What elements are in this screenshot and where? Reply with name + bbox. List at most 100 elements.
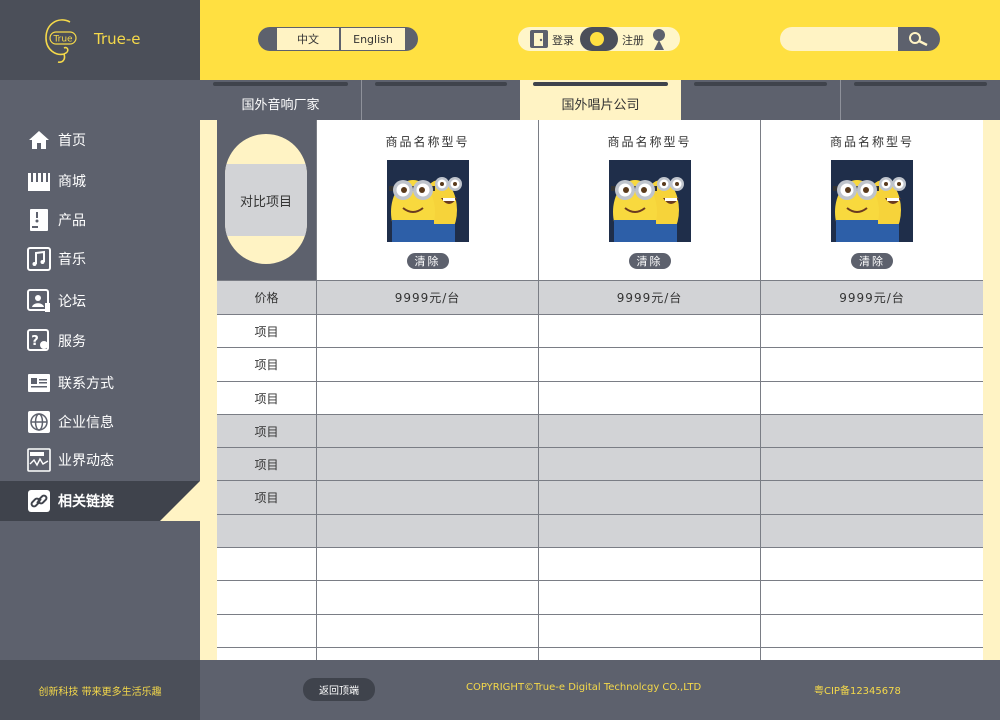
sidebar-item-label: 业界动态 xyxy=(58,453,114,469)
sidebar-item-store[interactable]: 商城 xyxy=(0,161,200,201)
door-icon xyxy=(530,30,548,48)
product-icon xyxy=(27,208,51,232)
back-to-top-button[interactable]: 返回顶端 xyxy=(303,678,375,701)
tab-foreign-audio-makers[interactable]: 国外音响厂家 xyxy=(200,80,361,120)
table-row: 项目 xyxy=(217,315,983,348)
sidebar-item-label: 服务 xyxy=(58,334,86,350)
link-icon xyxy=(27,489,51,513)
row-label xyxy=(217,615,316,647)
compare-header-row: 对比项目 商品名称型号 清除 商品名称型号 清除 商品名称型号 清除 xyxy=(217,120,983,281)
row-label: 项目 xyxy=(254,424,279,439)
search-box xyxy=(780,27,940,51)
product-column-3: 商品名称型号 清除 xyxy=(761,120,983,280)
table-row xyxy=(217,548,983,581)
table-row: 项目 xyxy=(217,415,983,448)
footer-slogan: 创新科技 带来更多生活乐趣 xyxy=(38,687,162,698)
right-border-strip xyxy=(983,120,1000,660)
column-divider xyxy=(760,120,761,660)
column-divider xyxy=(316,120,317,660)
price-row: 价格 9999元/台 9999元/台 9999元/台 xyxy=(217,281,983,315)
news-icon xyxy=(27,448,51,472)
language-switcher: 中文 English xyxy=(258,27,418,51)
music-icon xyxy=(27,247,51,271)
svg-text:True: True xyxy=(52,35,73,45)
login-link[interactable]: 登录 xyxy=(552,32,574,48)
logo-mark-icon: True xyxy=(45,19,77,63)
product-name: 商品名称型号 xyxy=(385,135,470,149)
sidebar-item-home[interactable]: 首页 xyxy=(0,120,200,160)
service-icon: ? xyxy=(27,329,51,353)
row-label xyxy=(217,515,316,547)
table-row: 项目 xyxy=(217,448,983,481)
clear-button[interactable]: 清除 xyxy=(406,253,449,269)
category-tabs: 国外音响厂家 国外唱片公司 xyxy=(200,80,1000,120)
price-cell: 9999元/台 xyxy=(839,291,905,305)
clear-button[interactable]: 清除 xyxy=(628,253,671,269)
table-row: 项目 xyxy=(217,348,983,382)
search-input[interactable] xyxy=(780,27,900,51)
login-register-toggle[interactable] xyxy=(580,27,618,51)
auth-panel: 登录 注册 xyxy=(518,27,680,51)
row-label: 项目 xyxy=(254,491,279,505)
tab-foreign-record-labels[interactable]: 国外唱片公司 xyxy=(520,80,681,120)
product-name: 商品名称型号 xyxy=(607,135,692,149)
row-label xyxy=(217,548,316,580)
register-link[interactable]: 注册 xyxy=(622,32,644,48)
tab-2[interactable] xyxy=(362,80,520,120)
table-row xyxy=(217,581,983,615)
icp-number: 粤CIP备12345678 xyxy=(814,686,901,697)
price-label: 价格 xyxy=(254,291,279,305)
svg-text:?: ? xyxy=(31,334,39,349)
forum-icon xyxy=(27,289,51,313)
tab-5[interactable] xyxy=(841,80,1000,120)
logo[interactable]: True True-e xyxy=(0,0,200,80)
sidebar-item-label: 企业信息 xyxy=(58,415,114,431)
price-cell: 9999元/台 xyxy=(394,291,461,305)
sidebar-item-forum[interactable]: 论坛 xyxy=(0,281,200,321)
sidebar-item-music[interactable]: 音乐 xyxy=(0,239,200,279)
sidebar-item-label: 论坛 xyxy=(58,294,86,310)
sidebar-item-contact[interactable]: 联系方式 xyxy=(0,363,200,403)
product-column-1: 商品名称型号 清除 xyxy=(317,120,538,280)
minions-product-image xyxy=(608,160,691,242)
tab-4[interactable] xyxy=(681,80,840,120)
active-indicator xyxy=(160,481,200,521)
copyright-text: COPYRIGHT©True-e Digital Technolcgy CO.,… xyxy=(466,682,702,693)
compare-header-pill: 对比项目 xyxy=(225,134,307,264)
brand-name: True-e xyxy=(94,30,141,48)
sidebar-item-service[interactable]: ? 服务 xyxy=(0,321,200,361)
table-row: 项目 xyxy=(217,382,983,415)
sidebar-item-news[interactable]: 业界动态 xyxy=(0,440,200,480)
left-border-strip xyxy=(200,120,217,660)
sidebar: True True-e 首页 商城 产品 音乐 论坛 ? 服务 联系方式 企业信… xyxy=(0,0,200,660)
sidebar-item-label: 商城 xyxy=(58,174,86,190)
minions-product-image xyxy=(386,160,469,242)
search-button[interactable] xyxy=(898,27,940,51)
lang-english-button[interactable]: English xyxy=(341,28,405,50)
column-divider xyxy=(538,120,539,660)
compare-header-cell: 对比项目 xyxy=(217,120,316,280)
row-label: 项目 xyxy=(254,324,279,339)
toggle-knob xyxy=(590,32,604,46)
compare-table: 对比项目 商品名称型号 清除 商品名称型号 清除 商品名称型号 清除 价格 99… xyxy=(217,120,983,660)
product-column-2: 商品名称型号 清除 xyxy=(539,120,760,280)
table-row xyxy=(217,615,983,648)
tab-label: 国外音响厂家 xyxy=(241,98,320,113)
footer-left: 创新科技 带来更多生活乐趣 xyxy=(0,660,200,720)
sidebar-item-products[interactable]: 产品 xyxy=(0,200,200,240)
sidebar-item-label: 联系方式 xyxy=(58,376,114,392)
footer: 返回顶端 COPYRIGHT©True-e Digital Technolcgy… xyxy=(200,660,1000,720)
store-icon xyxy=(27,169,51,193)
contact-card-icon xyxy=(27,371,51,395)
product-name: 商品名称型号 xyxy=(829,135,914,149)
sidebar-item-label: 音乐 xyxy=(58,252,86,268)
compare-header-label: 对比项目 xyxy=(225,164,307,236)
clear-button[interactable]: 清除 xyxy=(851,253,893,269)
user-icon xyxy=(653,29,665,50)
row-label: 项目 xyxy=(254,358,279,372)
sidebar-item-company[interactable]: 企业信息 xyxy=(0,402,200,442)
globe-icon xyxy=(27,410,51,434)
lang-chinese-button[interactable]: 中文 xyxy=(277,28,339,50)
row-label xyxy=(217,581,316,614)
row-label: 项目 xyxy=(254,457,279,472)
